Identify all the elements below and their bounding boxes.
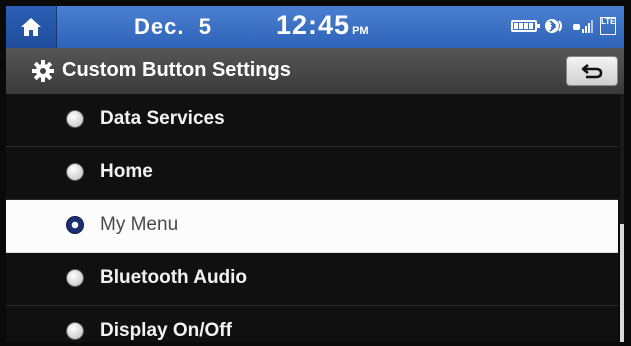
signal-icon (573, 20, 593, 33)
option-label: My Menu (100, 214, 179, 235)
radio-button[interactable] (66, 163, 84, 181)
title-bar: Custom Button Settings (6, 48, 624, 95)
bluetooth-audio-icon (545, 19, 562, 33)
scrollbar[interactable] (620, 94, 624, 342)
lte-icon: LTE (600, 17, 616, 35)
ampm-indicator: PM (352, 25, 369, 37)
radio-button[interactable] (66, 269, 84, 287)
options-list: Data Services Home My Menu Bluetooth Aud… (6, 94, 618, 342)
option-label: Home (100, 161, 153, 182)
battery-icon (511, 20, 540, 32)
status-icons: LTE (511, 17, 616, 35)
option-data-services[interactable]: Data Services (6, 94, 618, 147)
radio-button-selected[interactable] (66, 216, 84, 234)
page-title: Custom Button Settings (62, 59, 291, 81)
option-home[interactable]: Home (6, 147, 618, 200)
option-label: Display On/Off (100, 320, 232, 341)
option-display-on-off[interactable]: Display On/Off (6, 306, 618, 342)
date-display: Dec. 5 (134, 14, 212, 39)
option-label: Data Services (100, 108, 225, 129)
time-display: 12:45 (276, 10, 351, 40)
home-icon (21, 18, 41, 36)
home-button[interactable] (6, 6, 57, 48)
gear-icon (32, 60, 54, 82)
status-bar: Dec. 5 12:45 PM LTE (6, 6, 624, 48)
radio-button[interactable] (66, 110, 84, 128)
infotainment-screen: Dec. 5 12:45 PM LTE Custom Button Settin… (6, 6, 624, 342)
option-my-menu[interactable]: My Menu (6, 200, 618, 253)
option-bluetooth-audio[interactable]: Bluetooth Audio (6, 253, 618, 306)
back-arrow-icon (581, 64, 603, 79)
option-label: Bluetooth Audio (100, 267, 248, 288)
scrollbar-thumb[interactable] (620, 224, 624, 342)
clock: 12:45 PM (276, 10, 369, 41)
back-button[interactable] (566, 56, 618, 86)
radio-button[interactable] (66, 322, 84, 340)
